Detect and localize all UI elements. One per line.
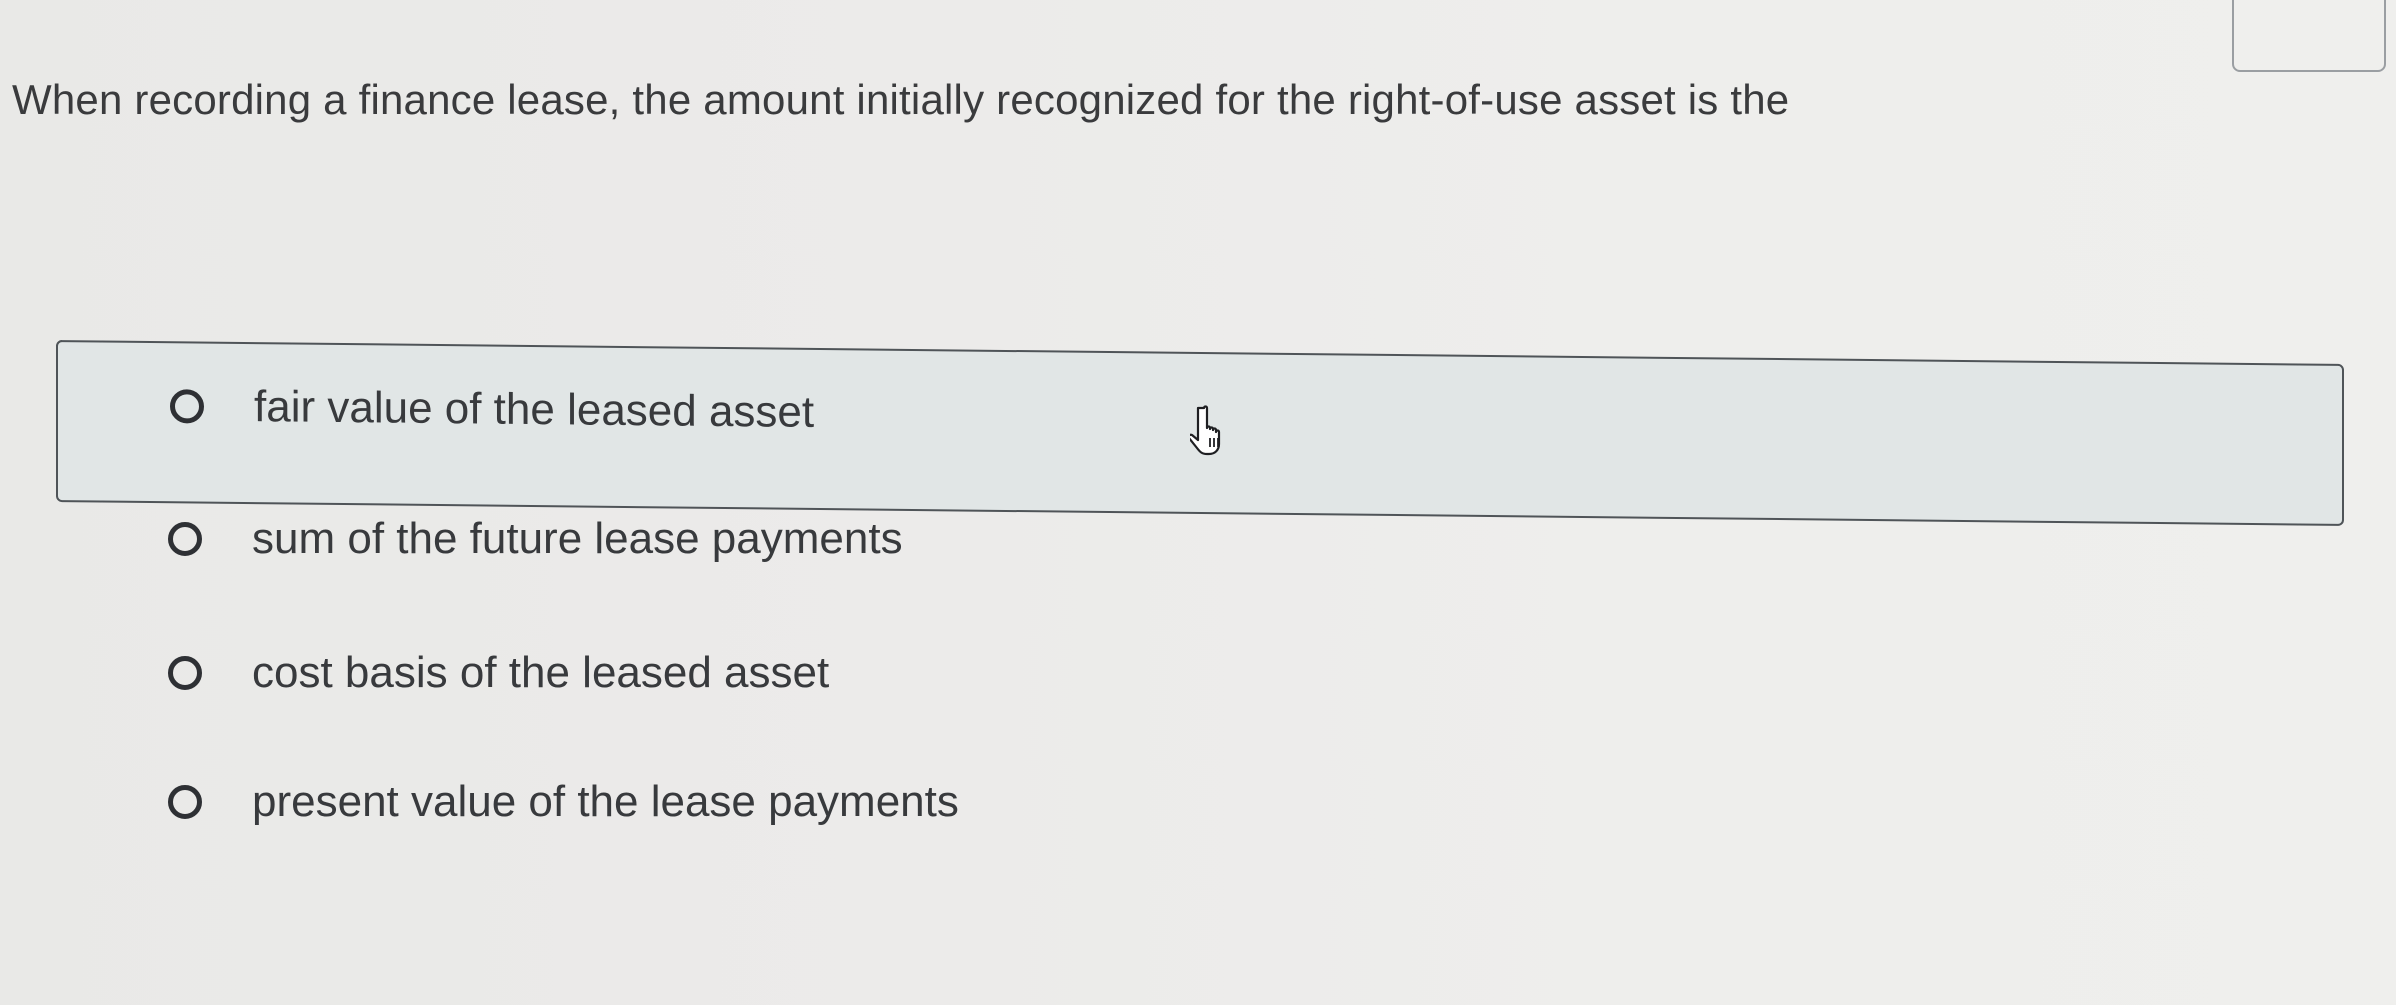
radio-unselected-icon[interactable]: [168, 522, 202, 556]
hand-pointer-icon: [1190, 405, 1221, 456]
answer-option-2-label: sum of the future lease payments: [252, 514, 903, 563]
answer-option-2[interactable]: sum of the future lease payments: [56, 494, 2344, 612]
radio-unselected-icon[interactable]: [170, 389, 204, 424]
answer-option-1-label: fair value of the leased asset: [254, 382, 815, 437]
answer-option-4-label: present value of the lease payments: [252, 777, 959, 826]
answer-option-3-label: cost basis of the leased asset: [252, 648, 830, 697]
answer-option-4[interactable]: present value of the lease payments: [56, 757, 2344, 875]
top-right-control[interactable]: [2232, 0, 2386, 72]
radio-unselected-icon[interactable]: [168, 656, 202, 690]
radio-unselected-icon[interactable]: [168, 785, 202, 819]
question-text: When recording a finance lease, the amou…: [12, 76, 1790, 123]
answer-option-3[interactable]: cost basis of the leased asset: [56, 628, 2344, 746]
